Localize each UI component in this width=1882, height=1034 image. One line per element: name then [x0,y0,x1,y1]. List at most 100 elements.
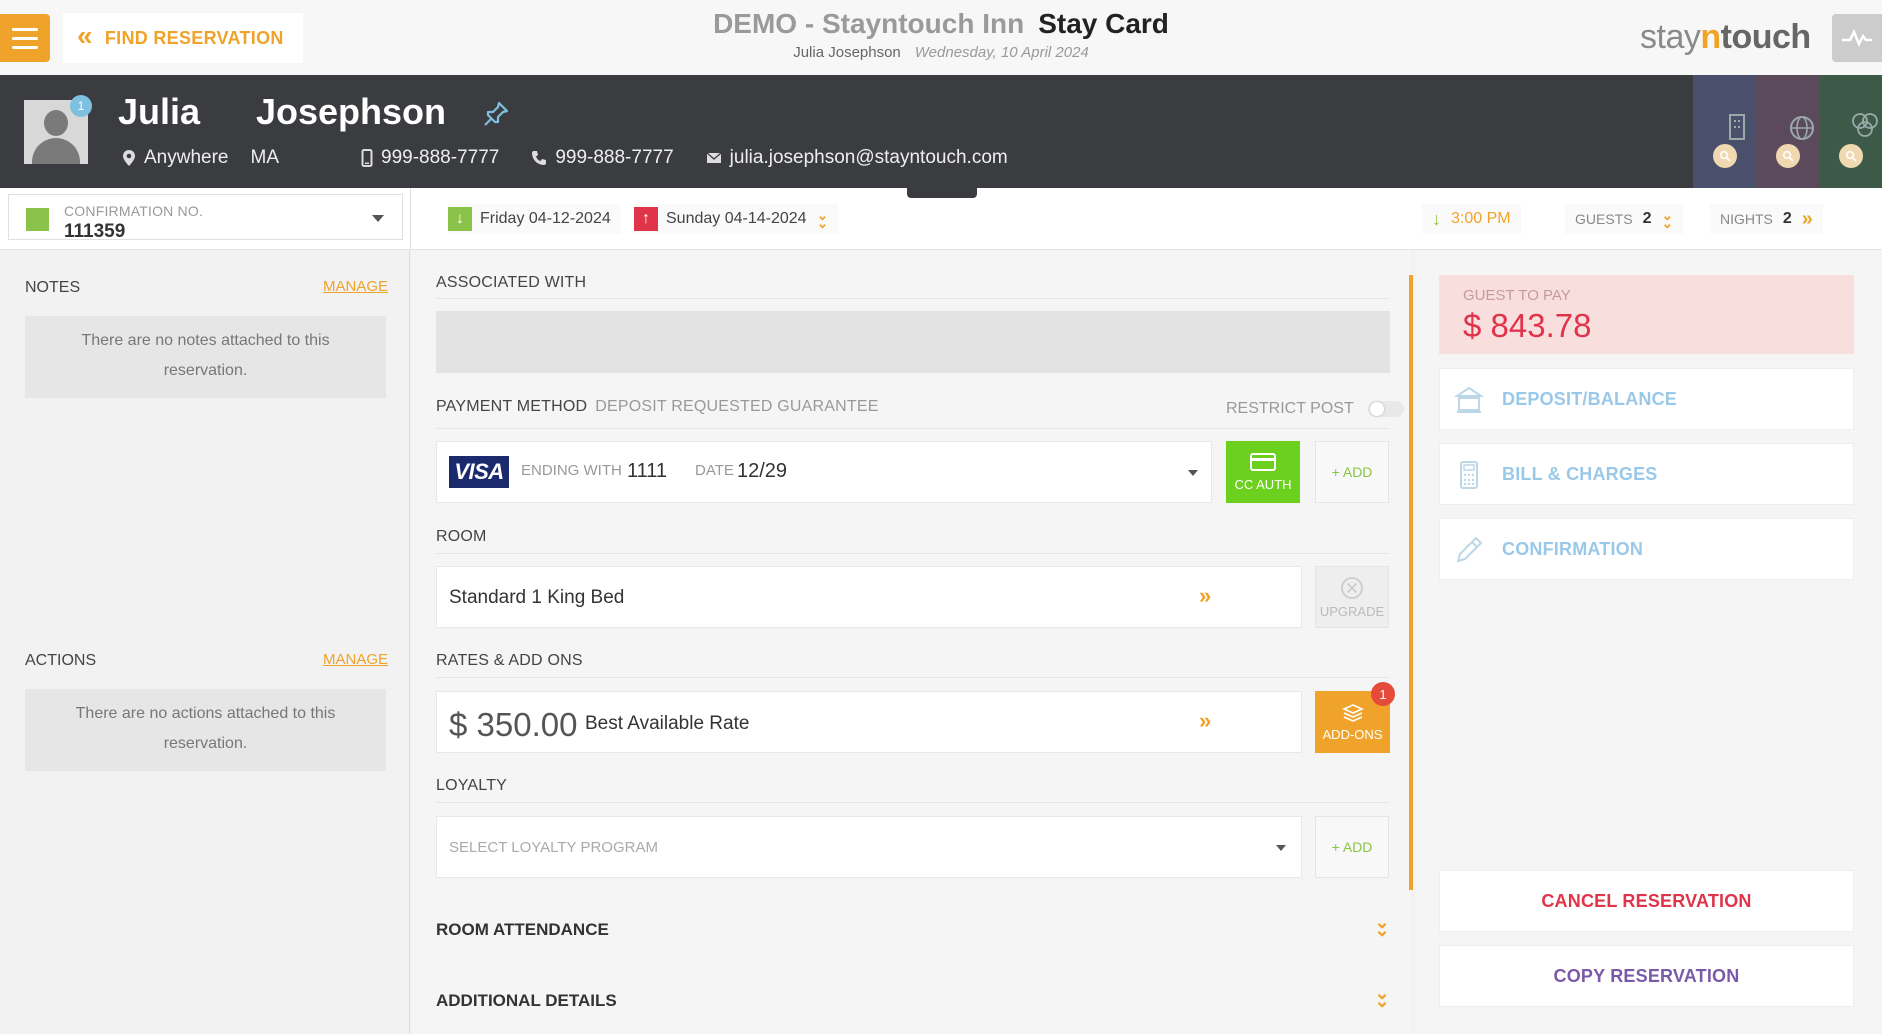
phone-contact[interactable]: 999-888-7777 [531,147,674,169]
pulse-icon [1842,28,1872,48]
actions-empty-message: There are no actions attached to this res… [25,689,386,771]
guests-label: GUESTS [1575,211,1633,227]
group-tile[interactable] [1819,75,1882,188]
guest-bar-toggle-handle[interactable] [907,188,977,198]
divider [436,428,1390,429]
room-attendance-section[interactable]: ROOM ATTENDANCE ⌄ ⌄ [436,912,1390,940]
payment-method-label: PAYMENT METHOD DEPOSIT REQUESTED GUARANTE… [436,398,879,415]
notes-manage-link[interactable]: MANAGE [323,278,388,295]
additional-details-section[interactable]: ADDITIONAL DETAILS ⌄ ⌄ [436,983,1390,1011]
hotel-name: DEMO - Stayntouch Inn [713,8,1025,39]
credit-card-icon [1250,452,1276,471]
dropdown-caret-icon [1276,845,1286,851]
departure-date[interactable]: ↑ Sunday 04-14-2024 ⌄ ⌄ [634,204,839,234]
cancel-reservation-button[interactable]: CANCEL RESERVATION [1439,870,1854,932]
rate-row[interactable]: $ 350.00 Best Available Rate » [436,691,1302,753]
loyalty-placeholder: SELECT LOYALTY PROGRAM [449,839,658,856]
nights-label: NIGHTS [1720,211,1773,227]
arrival-date[interactable]: ↓ Friday 04-12-2024 [448,204,621,234]
add-loyalty-button[interactable]: + ADD [1315,816,1389,878]
actions-manage-link[interactable]: MANAGE [323,651,388,668]
upgrade-label: UPGRADE [1319,603,1385,619]
search-icon [1713,144,1737,168]
right-panel: GUEST TO PAY $ 843.78 DEPOSIT/BALANCE BI… [1415,250,1882,1034]
deposit-balance-button[interactable]: DEPOSIT/BALANCE [1439,368,1854,430]
restrict-post: RESTRICT POST [1226,400,1404,418]
location: Anywhere MA [122,147,279,169]
email-contact[interactable]: julia.josephson@stayntouch.com [706,147,1008,169]
expiry-date-value: 12/29 [737,460,788,482]
associated-with-field[interactable] [436,311,1390,373]
restrict-post-toggle[interactable] [1367,401,1404,417]
actions-heading: ACTIONS [25,652,97,669]
notes-empty-message: There are no notes attached to this reser… [25,316,386,398]
pen-icon [1457,537,1482,562]
double-chevron-right-icon: » [1801,207,1813,230]
pin-icon[interactable] [482,100,510,133]
payment-card-select[interactable]: VISA ENDING WITH 1111 DATE 12/29 [436,441,1212,503]
calculator-icon [1460,461,1478,489]
nights-count[interactable]: NIGHTS 2 » [1710,204,1823,234]
guest-to-pay-label: GUEST TO PAY [1463,287,1571,304]
page-title-block: DEMO - Stayntouch Inn Stay Card Julia Jos… [0,8,1882,61]
arrival-time[interactable]: ↓ 3:00 PM [1422,204,1521,234]
search-icon [1839,144,1863,168]
rate-name: Best Available Rate [585,713,750,734]
deposit-icon [1454,386,1484,413]
double-chevron-down-icon: ⌄ ⌄ [816,207,829,231]
cc-auth-label: CC AUTH [1234,476,1292,492]
cc-auth-button[interactable]: CC AUTH [1226,441,1300,503]
room-label: ROOM [436,528,487,545]
guest-info-tiles [1693,75,1882,188]
confirmation-button[interactable]: CONFIRMATION [1439,518,1854,580]
arrival-arrow-icon: ↓ [448,207,472,231]
avatar-badge: 1 [70,95,92,117]
double-chevron-down-icon: ⌄ ⌄ [1374,912,1390,940]
guest-first-name[interactable]: Julia [118,91,200,133]
stayntouch-logo: stayntouch [1640,18,1811,56]
associated-with-label: ASSOCIATED WITH [436,274,587,291]
mobile-phone-icon [361,149,373,167]
loyalty-label: LOYALTY [436,777,508,794]
company-tile[interactable] [1693,75,1756,188]
divider [436,553,1390,554]
page-title: Stay Card [1038,8,1169,39]
travel-agent-tile[interactable] [1756,75,1819,188]
room-type-row[interactable]: Standard 1 King Bed » [436,566,1302,628]
double-chevron-down-icon: ⌄ ⌄ [1374,983,1390,1011]
add-ons-label: ADD-ONS [1322,726,1383,742]
guest-bar: 1 Julia Josephson Anywhere MA 999-888-77… [0,75,1882,188]
deposit-balance-label: DEPOSIT/BALANCE [1502,388,1678,409]
restrict-post-label: RESTRICT POST [1226,400,1354,417]
business-date: Wednesday, 10 April 2024 [914,44,1089,61]
divider [410,188,411,250]
loyalty-program-select[interactable]: SELECT LOYALTY PROGRAM [436,816,1302,878]
additional-details-label: ADDITIONAL DETAILS [436,991,617,1010]
arrival-time-arrow-icon: ↓ [1432,208,1441,229]
nights-value: 2 [1782,210,1792,227]
dropdown-caret-icon [372,215,384,222]
group-icon [1852,113,1878,137]
confirmation-label: CONFIRMATION [1502,538,1644,559]
bill-charges-button[interactable]: BILL & CHARGES [1439,443,1854,505]
guests-count[interactable]: GUESTS 2 ⌄ ⌄ [1565,204,1684,234]
guest-last-name[interactable]: Josephson [256,91,446,133]
departure-date-text: Sunday 04-14-2024 [666,210,807,227]
confirmation-label: CONFIRMATION NO. [64,203,204,219]
divider [436,298,1390,299]
notes-heading: NOTES [25,279,81,296]
scroll-indicator [1409,275,1413,890]
add-payment-button[interactable]: + ADD [1315,441,1389,503]
divider [436,677,1390,678]
bill-charges-label: BILL & CHARGES [1502,463,1658,484]
guest-to-pay-box[interactable]: GUEST TO PAY $ 843.78 [1439,275,1854,354]
mobile-contact[interactable]: 999-888-7777 [361,147,499,169]
copy-reservation-button[interactable]: COPY RESERVATION [1439,945,1854,1007]
guest-mobile: 999-888-7777 [381,147,500,168]
confirmation-selector[interactable]: CONFIRMATION NO. 111359 [8,194,403,242]
contact-row: Anywhere MA 999-888-7777 999-888-7777 ju… [122,147,1008,169]
guest-to-pay-amount: $ 843.78 [1463,307,1592,344]
upgrade-button[interactable]: UPGRADE [1315,566,1389,628]
activity-button[interactable] [1832,14,1882,62]
guests-value: 2 [1642,210,1652,227]
